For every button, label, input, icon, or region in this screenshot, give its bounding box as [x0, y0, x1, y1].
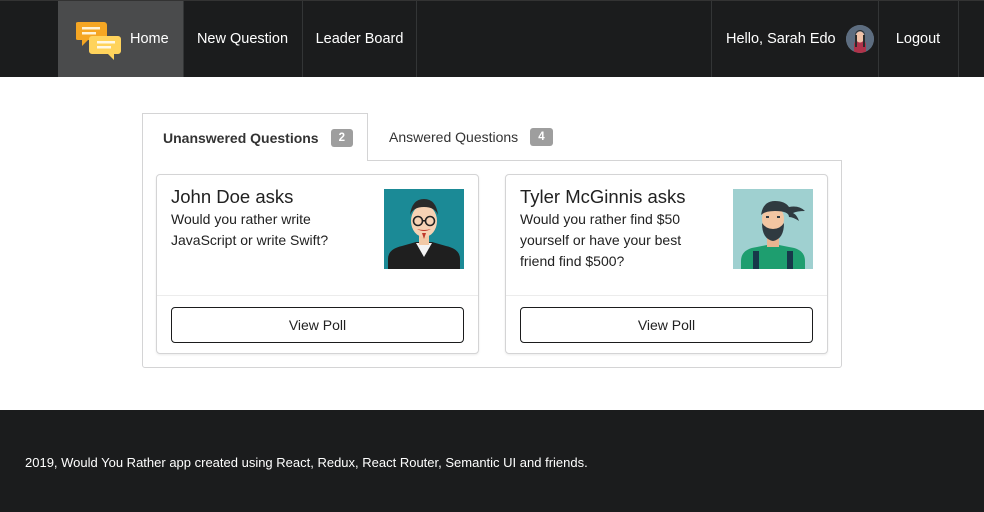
- tab-unanswered-label: Unanswered Questions: [163, 129, 319, 146]
- user-avatar: [845, 25, 874, 53]
- nav-leader-board[interactable]: Leader Board: [302, 1, 417, 77]
- view-poll-button[interactable]: View Poll: [171, 307, 464, 343]
- tab-unanswered-questions[interactable]: Unanswered Questions 2: [142, 113, 368, 161]
- question-card: Tyler McGinnis asks Would you rather fin…: [505, 174, 828, 354]
- page-footer: 2019, Would You Rather app created using…: [0, 410, 984, 512]
- question-text: Would you rather write JavaScript or wri…: [171, 211, 329, 248]
- unanswered-count-badge: 2: [330, 128, 353, 147]
- footer-credit-text: 2019, Would You Rather app created using…: [25, 455, 588, 470]
- top-navbar: Home New Question Leader Board Hello, Sa…: [0, 0, 984, 77]
- author-avatar-tyler-mcginnis: [733, 189, 813, 269]
- question-author: Tyler McGinnis asks: [520, 186, 686, 207]
- tab-answered-questions[interactable]: Answered Questions 4: [368, 113, 568, 161]
- nav-divider: [958, 1, 959, 77]
- nav-divider: [416, 1, 417, 77]
- chat-bubbles-logo-icon: [75, 18, 122, 60]
- author-avatar-john-doe: [384, 189, 464, 269]
- nav-home[interactable]: Home: [58, 1, 183, 77]
- user-greeting: Hello, Sarah Edo: [711, 1, 878, 77]
- question-text: Would you rather find $50 yourself or ha…: [520, 211, 682, 269]
- question-card: John Doe asks Would you rather write Jav…: [156, 174, 479, 354]
- tab-answered-label: Answered Questions: [389, 129, 519, 145]
- question-author: John Doe asks: [171, 186, 294, 207]
- user-greeting-text: Hello, Sarah Edo: [726, 31, 836, 47]
- nav-new-question[interactable]: New Question: [183, 1, 302, 77]
- card-divider: [157, 295, 478, 296]
- answered-count-badge: 4: [530, 128, 553, 146]
- nav-home-label: Home: [130, 31, 169, 47]
- logout-link[interactable]: Logout: [878, 1, 958, 77]
- view-poll-button[interactable]: View Poll: [520, 307, 813, 343]
- card-divider: [506, 295, 827, 296]
